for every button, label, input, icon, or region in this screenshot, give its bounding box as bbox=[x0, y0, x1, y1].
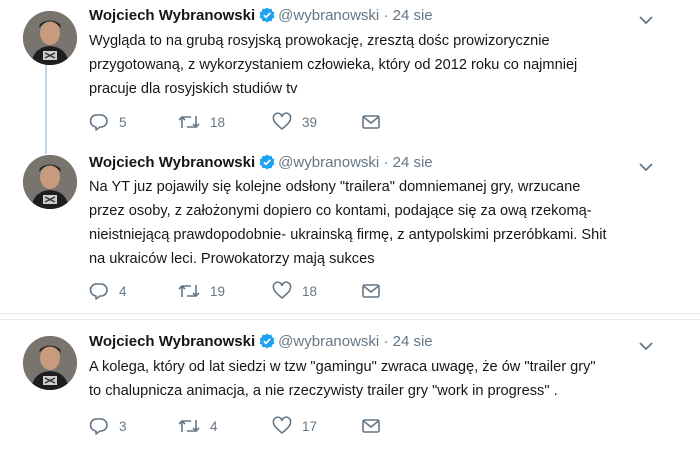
tweet-text-line: pracuje dla rosyjskich studiów tv bbox=[89, 81, 298, 97]
like-button[interactable]: 18 bbox=[272, 281, 317, 301]
tweet-actions: 5 18 39 bbox=[89, 112, 389, 132]
tweet-text-line: to chalupnicza animacja, a nie rzeczywis… bbox=[89, 383, 558, 399]
retweet-button[interactable]: 18 bbox=[178, 112, 225, 132]
retweet-button[interactable]: 4 bbox=[178, 416, 218, 436]
heart-icon bbox=[272, 281, 302, 301]
like-count: 18 bbox=[302, 283, 318, 299]
retweet-icon bbox=[178, 416, 210, 436]
author-handle[interactable]: @wybranowski bbox=[278, 7, 379, 24]
retweet-count: 4 bbox=[210, 418, 218, 434]
reply-count: 5 bbox=[119, 114, 127, 130]
chevron-down-icon[interactable] bbox=[638, 12, 654, 28]
tweet-text: Wygląda to na grubą rosyjską prowokację,… bbox=[89, 29, 659, 101]
author-handle[interactable]: @wybranowski bbox=[278, 333, 379, 350]
timestamp[interactable]: 24 sie bbox=[393, 7, 433, 24]
reply-button[interactable]: 3 bbox=[89, 416, 127, 436]
avatar[interactable] bbox=[23, 155, 77, 209]
envelope-icon bbox=[361, 416, 391, 436]
like-button[interactable]: 17 bbox=[272, 416, 317, 436]
tweet[interactable]: Wojciech Wybranowski @wybranowski · 24 si… bbox=[0, 149, 700, 314]
tweet-header: Wojciech Wybranowski @wybranowski · 24 si… bbox=[89, 332, 433, 352]
retweet-button[interactable]: 19 bbox=[178, 281, 225, 301]
tweet-text: A kolega, który od lat siedzi w tzw "gam… bbox=[89, 355, 659, 403]
tweet-text-line: nieistniejącą prawdopodobnie- ukrainską … bbox=[89, 227, 607, 243]
like-button[interactable]: 39 bbox=[272, 112, 317, 132]
tweet-text-line: na ukraiców leci. Prowokatorzy mają sukc… bbox=[89, 251, 375, 267]
tweet[interactable]: Wojciech Wybranowski @wybranowski · 24 si… bbox=[0, 319, 700, 451]
tweet-header: Wojciech Wybranowski @wybranowski · 24 si… bbox=[89, 153, 433, 173]
tweet[interactable]: Wojciech Wybranowski @wybranowski · 24 si… bbox=[0, 0, 700, 154]
like-count: 39 bbox=[302, 114, 318, 130]
envelope-icon bbox=[361, 112, 391, 132]
reply-count: 3 bbox=[119, 418, 127, 434]
avatar[interactable] bbox=[23, 336, 77, 390]
reply-icon bbox=[89, 281, 119, 301]
retweet-count: 19 bbox=[210, 283, 226, 299]
tweet-actions: 3 4 17 bbox=[89, 416, 389, 436]
retweet-icon bbox=[178, 281, 210, 301]
retweet-count: 18 bbox=[210, 114, 226, 130]
verified-badge-icon bbox=[259, 154, 275, 176]
chevron-down-icon[interactable] bbox=[638, 159, 654, 175]
avatar[interactable] bbox=[23, 11, 77, 65]
heart-icon bbox=[272, 416, 302, 436]
direct-message-button[interactable] bbox=[361, 416, 391, 436]
envelope-icon bbox=[361, 281, 391, 301]
tweet-header: Wojciech Wybranowski @wybranowski · 24 si… bbox=[89, 6, 433, 26]
separator-dot: · bbox=[383, 7, 389, 24]
author-name[interactable]: Wojciech Wybranowski bbox=[89, 7, 255, 24]
direct-message-button[interactable] bbox=[361, 281, 391, 301]
author-name[interactable]: Wojciech Wybranowski bbox=[89, 154, 255, 171]
thread-connector-line bbox=[45, 64, 47, 154]
separator-dot: · bbox=[383, 333, 389, 350]
tweet-text-line: Na YT juz pojawily się kolejne odsłony "… bbox=[89, 179, 581, 195]
retweet-icon bbox=[178, 112, 210, 132]
direct-message-button[interactable] bbox=[361, 112, 391, 132]
verified-badge-icon bbox=[259, 333, 275, 355]
timestamp[interactable]: 24 sie bbox=[393, 154, 433, 171]
tweet-text-line: przygotowaną, z wykorzystaniem człowieka… bbox=[89, 57, 578, 73]
author-handle[interactable]: @wybranowski bbox=[278, 154, 379, 171]
like-count: 17 bbox=[302, 418, 318, 434]
tweet-actions: 4 19 18 bbox=[89, 281, 389, 301]
reply-icon bbox=[89, 112, 119, 132]
reply-button[interactable]: 4 bbox=[89, 281, 127, 301]
reply-icon bbox=[89, 416, 119, 436]
reply-count: 4 bbox=[119, 283, 127, 299]
separator-dot: · bbox=[383, 154, 389, 171]
verified-badge-icon bbox=[259, 7, 275, 29]
tweet-text: Na YT juz pojawily się kolejne odsłony "… bbox=[89, 175, 659, 271]
heart-icon bbox=[272, 112, 302, 132]
reply-button[interactable]: 5 bbox=[89, 112, 127, 132]
tweet-text-line: A kolega, który od lat siedzi w tzw "gam… bbox=[89, 359, 596, 375]
tweet-text-line: przez osoby, z założonymi dopiero co kon… bbox=[89, 203, 592, 219]
timestamp[interactable]: 24 sie bbox=[393, 333, 433, 350]
author-name[interactable]: Wojciech Wybranowski bbox=[89, 333, 255, 350]
chevron-down-icon[interactable] bbox=[638, 338, 654, 354]
tweet-text-line: Wygląda to na grubą rosyjską prowokację,… bbox=[89, 33, 550, 49]
